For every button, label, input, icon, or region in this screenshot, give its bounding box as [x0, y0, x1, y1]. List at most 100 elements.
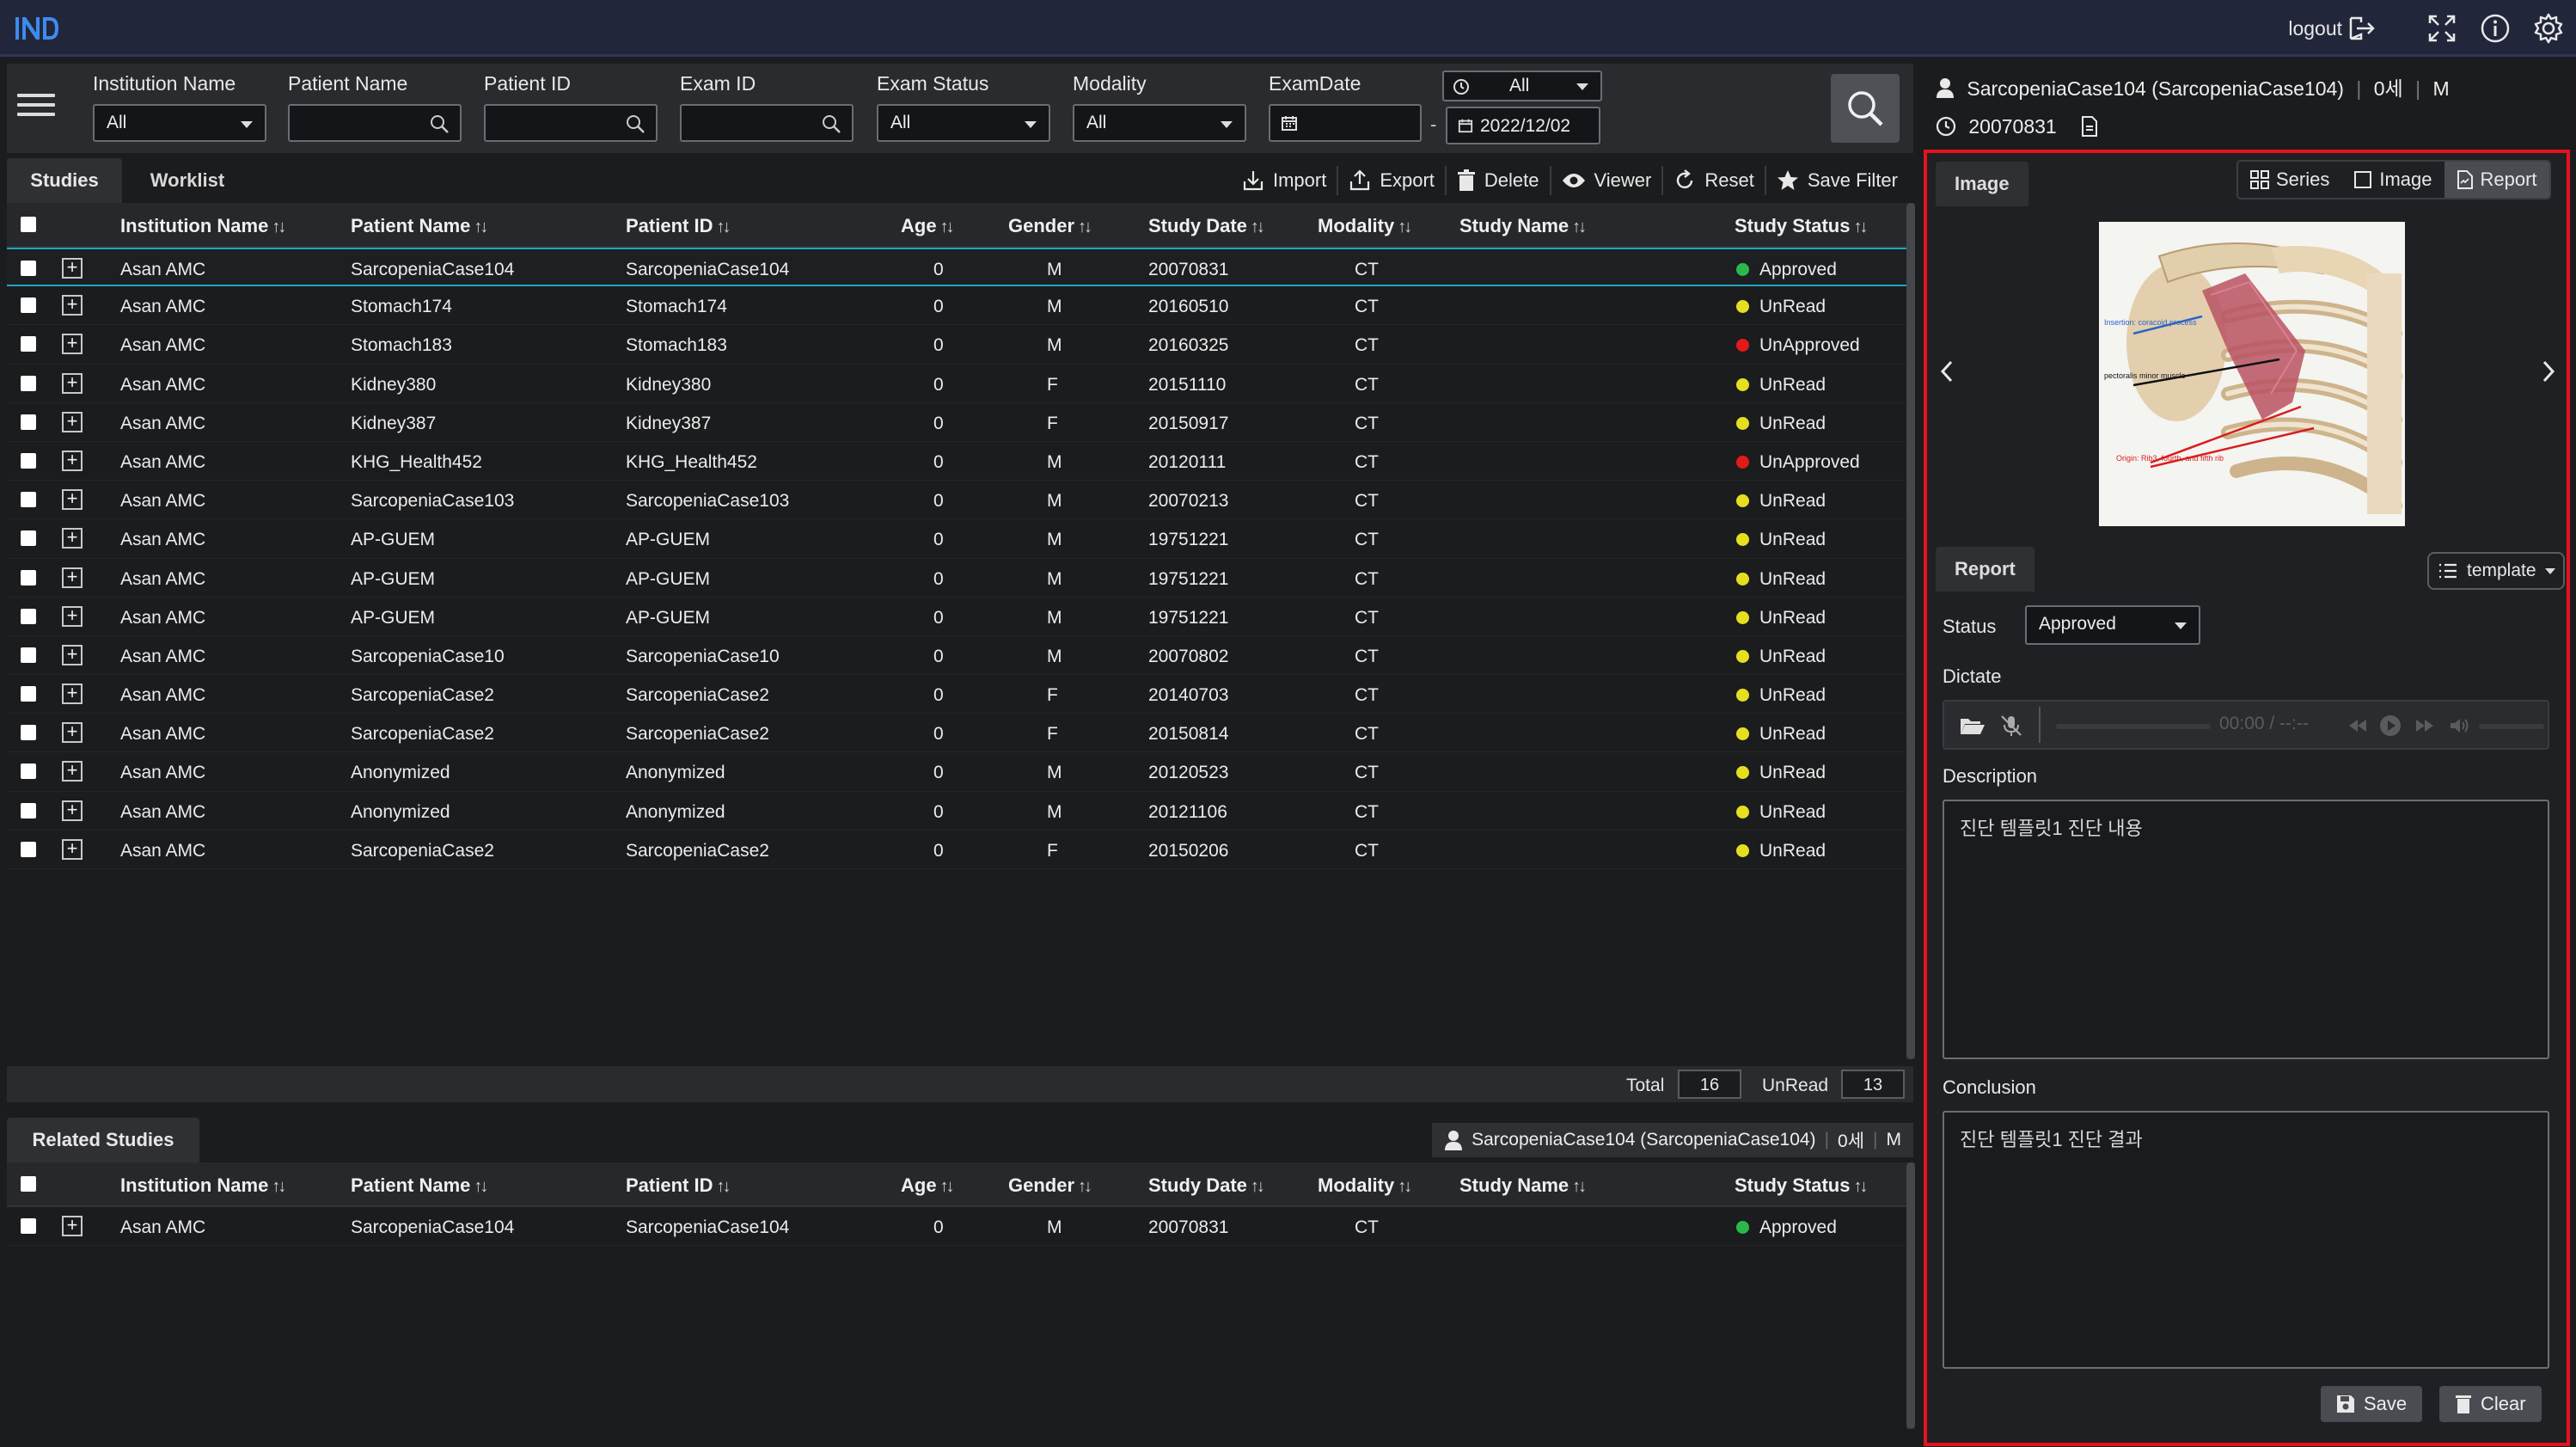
col-institution[interactable]: Institution Name ↑↓ — [120, 215, 286, 237]
save-filter-button[interactable]: Save Filter — [1766, 162, 1908, 199]
expand-row-icon[interactable]: + — [62, 1216, 83, 1236]
table-row[interactable]: + Asan AMC KHG_Health452 KHG_Health452 0 M 201… — [7, 442, 1906, 481]
exam-id-input[interactable] — [680, 104, 854, 142]
clear-button[interactable]: Clear — [2439, 1386, 2542, 1422]
row-checkbox[interactable] — [21, 841, 36, 857]
table-row[interactable]: + Asan AMC SarcopeniaCase2 SarcopeniaCase2 0… — [7, 831, 1906, 869]
table-row[interactable]: + Asan AMC SarcopeniaCase103 SarcopeniaCase… — [7, 481, 1906, 520]
import-button[interactable]: Import — [1232, 162, 1337, 199]
table-row[interactable]: + Asan AMC Anonymized Anonymized 0 M 20120523 C… — [7, 752, 1906, 792]
modality-select[interactable]: All — [1073, 104, 1246, 142]
table-row[interactable]: + Asan AMC Stomach183 Stomach183 0 M 20160325 C… — [7, 325, 1906, 365]
gear-icon[interactable] — [2531, 11, 2566, 46]
row-checkbox[interactable] — [21, 530, 36, 547]
image-button[interactable]: Image — [2341, 162, 2444, 198]
expand-row-icon[interactable]: + — [62, 450, 83, 471]
expand-row-icon[interactable]: + — [62, 684, 83, 705]
expand-row-icon[interactable]: + — [62, 761, 83, 782]
menu-icon[interactable] — [17, 88, 55, 122]
export-button[interactable]: Export — [1338, 162, 1445, 199]
tab-image[interactable]: Image — [1936, 162, 2028, 206]
series-button[interactable]: Series — [2238, 162, 2341, 198]
volume-icon[interactable] — [2450, 717, 2470, 734]
reset-button[interactable]: Reset — [1663, 162, 1764, 199]
col-study-date[interactable]: Study Date ↑↓ — [1148, 215, 1265, 237]
volume-slider[interactable] — [2479, 724, 2544, 729]
related-col-study-name[interactable]: Study Name ↑↓ — [1459, 1174, 1587, 1197]
save-button[interactable]: Save — [2321, 1386, 2423, 1422]
row-checkbox[interactable] — [21, 297, 36, 314]
exam-date-from-input[interactable] — [1269, 104, 1422, 142]
next-image-arrow[interactable] — [2541, 359, 2556, 383]
previous-image-arrow[interactable] — [1939, 359, 1955, 383]
folder-open-icon[interactable] — [1960, 715, 1986, 736]
table-row[interactable]: + Asan AMC AP-GUEM AP-GUEM 0 M 19751221 CT UnRea… — [7, 598, 1906, 636]
play-icon[interactable] — [2379, 714, 2402, 737]
table-row[interactable]: + Asan AMC AP-GUEM AP-GUEM 0 M 19751221 CT UnRea… — [7, 519, 1906, 559]
row-checkbox[interactable] — [21, 569, 36, 586]
related-col-age[interactable]: Age ↑↓ — [901, 1174, 955, 1197]
audio-progress[interactable] — [2056, 724, 2211, 729]
row-checkbox[interactable] — [21, 763, 36, 780]
info-icon[interactable] — [2478, 11, 2512, 46]
mic-off-icon[interactable] — [1999, 714, 2023, 738]
table-row[interactable]: + Asan AMC Kidney387 Kidney387 0 F 20150917 CT U… — [7, 403, 1906, 442]
related-select-all-checkbox[interactable] — [21, 1176, 36, 1192]
expand-row-icon[interactable]: + — [62, 528, 83, 549]
template-dropdown[interactable]: template — [2427, 552, 2565, 590]
delete-button[interactable]: Delete — [1447, 162, 1550, 199]
col-patient-name[interactable]: Patient Name ↑↓ — [351, 215, 488, 237]
tab-worklist[interactable]: Worklist — [127, 158, 248, 203]
expand-row-icon[interactable]: + — [62, 489, 83, 511]
related-col-gender[interactable]: Gender ↑↓ — [1008, 1174, 1092, 1197]
date-range-select[interactable]: All — [1442, 71, 1602, 101]
tab-related-studies[interactable]: Related Studies — [7, 1118, 199, 1162]
rewind-icon[interactable] — [2348, 719, 2367, 733]
document-icon[interactable] — [2081, 116, 2098, 137]
tab-report[interactable]: Report — [1936, 547, 2034, 592]
expand-row-icon[interactable]: + — [62, 605, 83, 627]
logout-button[interactable]: logout — [2288, 15, 2377, 41]
expand-row-icon[interactable]: + — [62, 722, 83, 744]
table-row[interactable]: + Asan AMC SarcopeniaCase2 SarcopeniaCase2 0… — [7, 714, 1906, 753]
col-age[interactable]: Age ↑↓ — [901, 215, 955, 237]
table-row[interactable]: + Asan AMC Anonymized Anonymized 0 M 20121106 C… — [7, 792, 1906, 831]
table-row[interactable]: + Asan AMC SarcopeniaCase104 SarcopeniaCase… — [7, 248, 1906, 287]
exam-status-select[interactable]: All — [877, 104, 1050, 142]
related-col-modality[interactable]: Modality ↑↓ — [1318, 1174, 1412, 1197]
fullscreen-icon[interactable] — [2425, 11, 2459, 46]
related-table-row[interactable]: + Asan AMC SarcopeniaCase104 SarcopeniaCase… — [7, 1207, 1906, 1247]
related-col-study-date[interactable]: Study Date ↑↓ — [1148, 1174, 1265, 1197]
expand-row-icon[interactable]: + — [62, 567, 83, 588]
row-checkbox[interactable] — [21, 336, 36, 353]
col-gender[interactable]: Gender ↑↓ — [1008, 215, 1092, 237]
tab-studies[interactable]: Studies — [7, 158, 122, 203]
patient-id-input[interactable] — [484, 104, 658, 142]
table-scrollbar[interactable] — [1906, 203, 1915, 1059]
table-row[interactable]: + Asan AMC AP-GUEM AP-GUEM 0 M 19751221 CT UnRea… — [7, 559, 1906, 598]
anatomy-image[interactable]: Insertion: coracoid process pectoralis m… — [2099, 222, 2405, 526]
exam-date-to-input[interactable]: 2022/12/02 — [1446, 107, 1600, 144]
table-row[interactable]: + Asan AMC Stomach174 Stomach174 0 M 20160510 C… — [7, 286, 1906, 326]
col-study-status[interactable]: Study Status ↑↓ — [1735, 215, 1868, 237]
expand-row-icon[interactable]: + — [62, 800, 83, 821]
row-checkbox[interactable] — [21, 452, 36, 469]
row-checkbox[interactable] — [21, 375, 36, 391]
patient-name-input[interactable] — [288, 104, 462, 142]
select-all-checkbox[interactable] — [21, 217, 36, 232]
related-col-institution[interactable]: Institution Name ↑↓ — [120, 1174, 286, 1197]
related-col-study-status[interactable]: Study Status ↑↓ — [1735, 1174, 1868, 1197]
row-checkbox[interactable] — [21, 647, 36, 663]
fast-forward-icon[interactable] — [2415, 719, 2434, 733]
scrollbar-thumb[interactable] — [1906, 1162, 1915, 1429]
row-checkbox[interactable] — [21, 802, 36, 819]
table-row[interactable]: + Asan AMC SarcopeniaCase2 SarcopeniaCase2 0… — [7, 675, 1906, 714]
institution-select[interactable]: All — [93, 104, 266, 142]
row-checkbox[interactable] — [21, 1218, 36, 1234]
expand-row-icon[interactable]: + — [62, 411, 83, 432]
expand-row-icon[interactable]: + — [62, 334, 83, 355]
related-table-scrollbar[interactable] — [1906, 1162, 1915, 1429]
conclusion-textarea[interactable]: 진단 템플릿1 진단 결과 — [1943, 1111, 2549, 1369]
row-checkbox[interactable] — [21, 414, 36, 430]
expand-row-icon[interactable]: + — [62, 644, 83, 665]
